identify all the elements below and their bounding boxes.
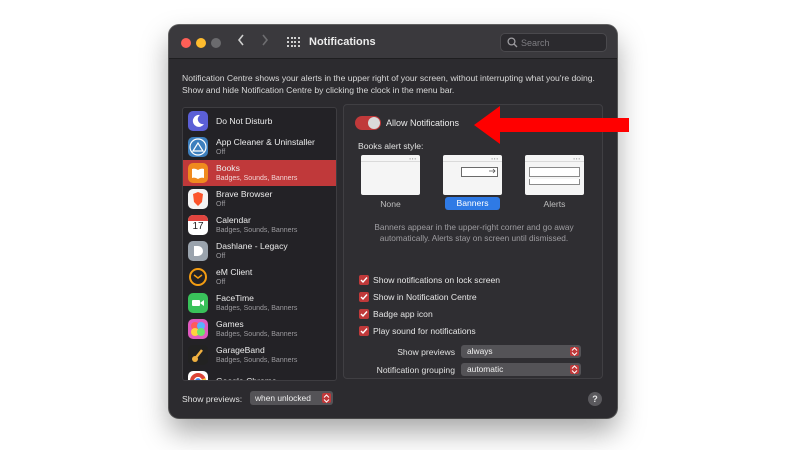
app-subtitle: Off xyxy=(216,149,226,156)
footer-show-previews-label: Show previews: xyxy=(182,394,243,404)
checkmark-icon xyxy=(360,311,368,318)
app-name: eM Client xyxy=(216,267,253,277)
style-alerts-preview[interactable]: ▪ ▪ ▪ xyxy=(525,155,584,195)
app-list-item[interactable]: Brave Browser Off xyxy=(183,186,336,212)
app-name: App Cleaner & Uninstaller xyxy=(216,137,315,147)
style-none-preview[interactable]: ▪ ▪ ▪ xyxy=(361,155,420,195)
search-field[interactable] xyxy=(500,33,607,52)
help-button[interactable]: ? xyxy=(588,392,602,406)
chrome-icon xyxy=(188,371,208,380)
notification-grouping-label: Notification grouping xyxy=(376,365,455,375)
close-button[interactable] xyxy=(181,38,191,48)
allow-notifications-label: Allow Notifications xyxy=(386,118,460,128)
checkbox[interactable] xyxy=(359,309,369,319)
app-subtitle: Off xyxy=(216,279,226,286)
checkbox-label: Show notifications on lock screen xyxy=(373,275,501,285)
style-banners-label[interactable]: Banners xyxy=(445,197,500,210)
app-name: Do Not Disturb xyxy=(216,116,273,126)
notification-grouping-value: automatic xyxy=(467,364,504,374)
zoom-button[interactable] xyxy=(211,38,221,48)
description-text: Notification Centre shows your alerts in… xyxy=(182,73,595,95)
style-explanation: Banners appear in the upper-right corner… xyxy=(374,222,574,243)
preferences-window: Notifications Notification Centre shows … xyxy=(169,25,617,418)
app-subtitle: Badges, Sounds, Banners xyxy=(216,227,298,234)
moon-icon xyxy=(188,111,208,131)
app-list-item[interactable]: Google Chrome xyxy=(183,368,336,381)
app-subtitle: Badges, Sounds, Banners xyxy=(216,331,298,338)
app-list-item[interactable]: GarageBand Badges, Sounds, Banners xyxy=(183,342,336,368)
checkmark-icon xyxy=(360,277,368,284)
app-name: Dashlane - Legacy xyxy=(216,241,288,251)
title-bar: Notifications xyxy=(169,25,617,59)
app-subtitle: Badges, Sounds, Banners xyxy=(216,357,298,364)
arrow-right-icon xyxy=(489,168,496,174)
popup-stepper-icon xyxy=(322,393,331,403)
chevron-right-icon xyxy=(262,34,269,46)
app-list-item[interactable]: Do Not Disturb xyxy=(183,108,336,134)
app-name: GarageBand xyxy=(216,345,265,355)
app-list-item[interactable]: Games Badges, Sounds, Banners xyxy=(183,316,336,342)
em-client-icon xyxy=(188,267,208,287)
app-subtitle: Off xyxy=(216,201,226,208)
popup-stepper-icon xyxy=(570,365,579,374)
detail-pane: Allow Notifications Books alert style: ▪… xyxy=(343,104,603,379)
show-previews-value: always xyxy=(467,346,493,356)
style-alerts-label[interactable]: Alerts xyxy=(525,199,584,209)
checkbox-label: Show in Notification Centre xyxy=(373,292,477,302)
app-list-item[interactable]: eM Client Off xyxy=(183,264,336,290)
app-list-item[interactable]: App Cleaner & Uninstaller Off xyxy=(183,134,336,160)
app-name: Calendar xyxy=(216,215,251,225)
app-cleaner-icon xyxy=(188,137,208,157)
books-icon xyxy=(188,163,208,183)
games-icon xyxy=(188,319,208,339)
footer-show-previews-popup[interactable]: when unlocked xyxy=(250,391,333,405)
app-name: FaceTime xyxy=(216,293,254,303)
show-previews-label: Show previews xyxy=(397,347,455,357)
style-none-label[interactable]: None xyxy=(361,199,420,209)
checkmark-icon xyxy=(360,294,368,301)
minimize-button[interactable] xyxy=(196,38,206,48)
footer-show-previews-value: when unlocked xyxy=(255,393,311,403)
show-all-grid-icon[interactable] xyxy=(287,37,300,48)
app-list[interactable]: Do Not Disturb App Cleaner & Uninstaller O… xyxy=(182,107,337,381)
allow-notifications-toggle[interactable] xyxy=(355,116,381,130)
app-list-item[interactable]: Dashlane - Legacy Off xyxy=(183,238,336,264)
checkbox-label: Badge app icon xyxy=(373,309,433,319)
app-name: Books xyxy=(216,163,240,173)
window-title: Notifications xyxy=(309,36,376,48)
checkbox[interactable] xyxy=(359,326,369,336)
app-list-item[interactable]: 17 Calendar Badges, Sounds, Banners xyxy=(183,212,336,238)
app-subtitle: Off xyxy=(216,253,226,260)
app-subtitle: Badges, Sounds, Banners xyxy=(216,305,298,312)
facetime-icon xyxy=(188,293,208,313)
dashlane-icon xyxy=(188,241,208,261)
red-arrow-annotation xyxy=(474,106,629,144)
forward-button[interactable] xyxy=(261,34,269,50)
back-button[interactable] xyxy=(237,34,245,50)
checkmark-icon xyxy=(360,328,368,335)
checkbox-label: Play sound for notifications xyxy=(373,326,476,336)
checkbox[interactable] xyxy=(359,292,369,302)
search-input[interactable] xyxy=(521,36,601,50)
popup-stepper-icon xyxy=(570,347,579,356)
chevron-left-icon xyxy=(237,34,244,46)
checkbox[interactable] xyxy=(359,275,369,285)
show-previews-popup[interactable]: always xyxy=(461,345,581,358)
app-name: Google Chrome xyxy=(216,376,277,381)
style-banners-preview[interactable]: ▪ ▪ ▪ xyxy=(443,155,502,195)
app-list-item[interactable]: Books Badges, Sounds, Banners xyxy=(183,160,336,186)
calendar-icon: 17 xyxy=(188,215,208,235)
app-list-item[interactable]: FaceTime Badges, Sounds, Banners xyxy=(183,290,336,316)
app-name: Games xyxy=(216,319,244,329)
search-icon xyxy=(507,37,518,48)
app-subtitle: Badges, Sounds, Banners xyxy=(216,175,298,182)
notification-grouping-popup[interactable]: automatic xyxy=(461,363,581,376)
alert-style-label: Books alert style: xyxy=(358,141,424,151)
app-name: Brave Browser xyxy=(216,189,273,199)
garageband-icon xyxy=(188,345,208,365)
brave-icon xyxy=(188,189,208,209)
